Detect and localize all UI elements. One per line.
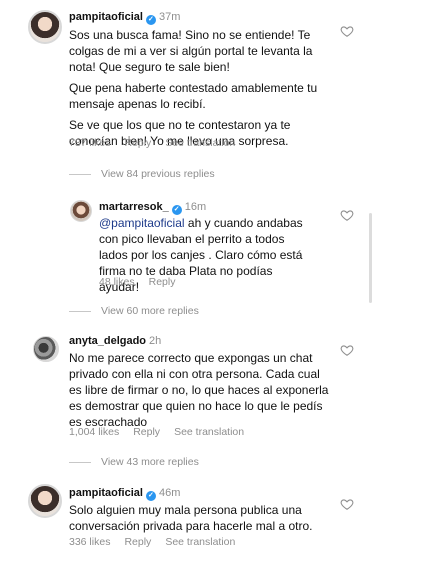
see-translation-button[interactable]: See translation xyxy=(165,536,235,548)
reply-button[interactable]: Reply xyxy=(149,276,176,288)
comment-text: No me parece correcto que expongas un ch… xyxy=(69,351,329,429)
avatar[interactable] xyxy=(28,10,62,44)
divider xyxy=(69,461,91,463)
username[interactable]: pampitaoficial xyxy=(69,487,143,499)
divider xyxy=(69,173,91,175)
view-more-replies[interactable]: View 60 more replies xyxy=(69,305,199,317)
heart-outline-icon[interactable] xyxy=(340,24,354,38)
view-replies-label[interactable]: View 84 previous replies xyxy=(101,168,215,180)
verified-badge-icon: ✓ xyxy=(171,205,182,215)
username[interactable]: martarresok_ xyxy=(99,201,169,213)
comment-text: Sos una busca fama! Sino no se entiende!… xyxy=(69,27,331,154)
likes-count[interactable]: 336 likes xyxy=(69,536,110,548)
verified-badge-icon: ✓ xyxy=(145,15,156,25)
comment-text: Solo alguien muy mala persona publica un… xyxy=(69,503,313,533)
scrollbar[interactable] xyxy=(369,213,372,303)
verified-badge-icon: ✓ xyxy=(145,491,156,501)
heart-outline-icon[interactable] xyxy=(340,208,354,222)
avatar[interactable] xyxy=(33,336,59,362)
avatar[interactable] xyxy=(28,484,62,518)
see-translation-button[interactable]: See translation xyxy=(174,426,244,438)
view-replies-label[interactable]: View 60 more replies xyxy=(101,305,199,317)
comment-paragraph: Que pena haberte contestado amablemente … xyxy=(69,81,318,111)
likes-count[interactable]: 1,004 likes xyxy=(69,426,119,438)
mention-link[interactable]: @pampitaoficial xyxy=(99,216,185,230)
avatar[interactable] xyxy=(70,200,92,222)
timestamp: 2h xyxy=(149,335,162,347)
view-replies-label[interactable]: View 43 more replies xyxy=(101,456,199,468)
see-translation-button[interactable]: See translation xyxy=(165,137,235,149)
username[interactable]: pampitaoficial xyxy=(69,11,143,23)
reply-button[interactable]: Reply xyxy=(124,137,151,149)
username[interactable]: anyta_delgado xyxy=(69,335,146,347)
reply-button[interactable]: Reply xyxy=(124,536,151,548)
view-more-replies[interactable]: View 43 more replies xyxy=(69,456,199,468)
timestamp: 16m xyxy=(184,201,207,213)
heart-outline-icon[interactable] xyxy=(340,343,354,357)
divider xyxy=(69,310,91,312)
timestamp: 37m xyxy=(158,11,181,23)
heart-outline-icon[interactable] xyxy=(340,497,354,511)
timestamp: 46m xyxy=(158,487,181,499)
reply-button[interactable]: Reply xyxy=(133,426,160,438)
likes-count[interactable]: 737 likes xyxy=(69,137,110,149)
comment-paragraph: Sos una busca fama! Sino no se entiende!… xyxy=(69,28,313,74)
likes-count[interactable]: 48 likes xyxy=(99,276,135,288)
view-previous-replies[interactable]: View 84 previous replies xyxy=(69,168,215,180)
